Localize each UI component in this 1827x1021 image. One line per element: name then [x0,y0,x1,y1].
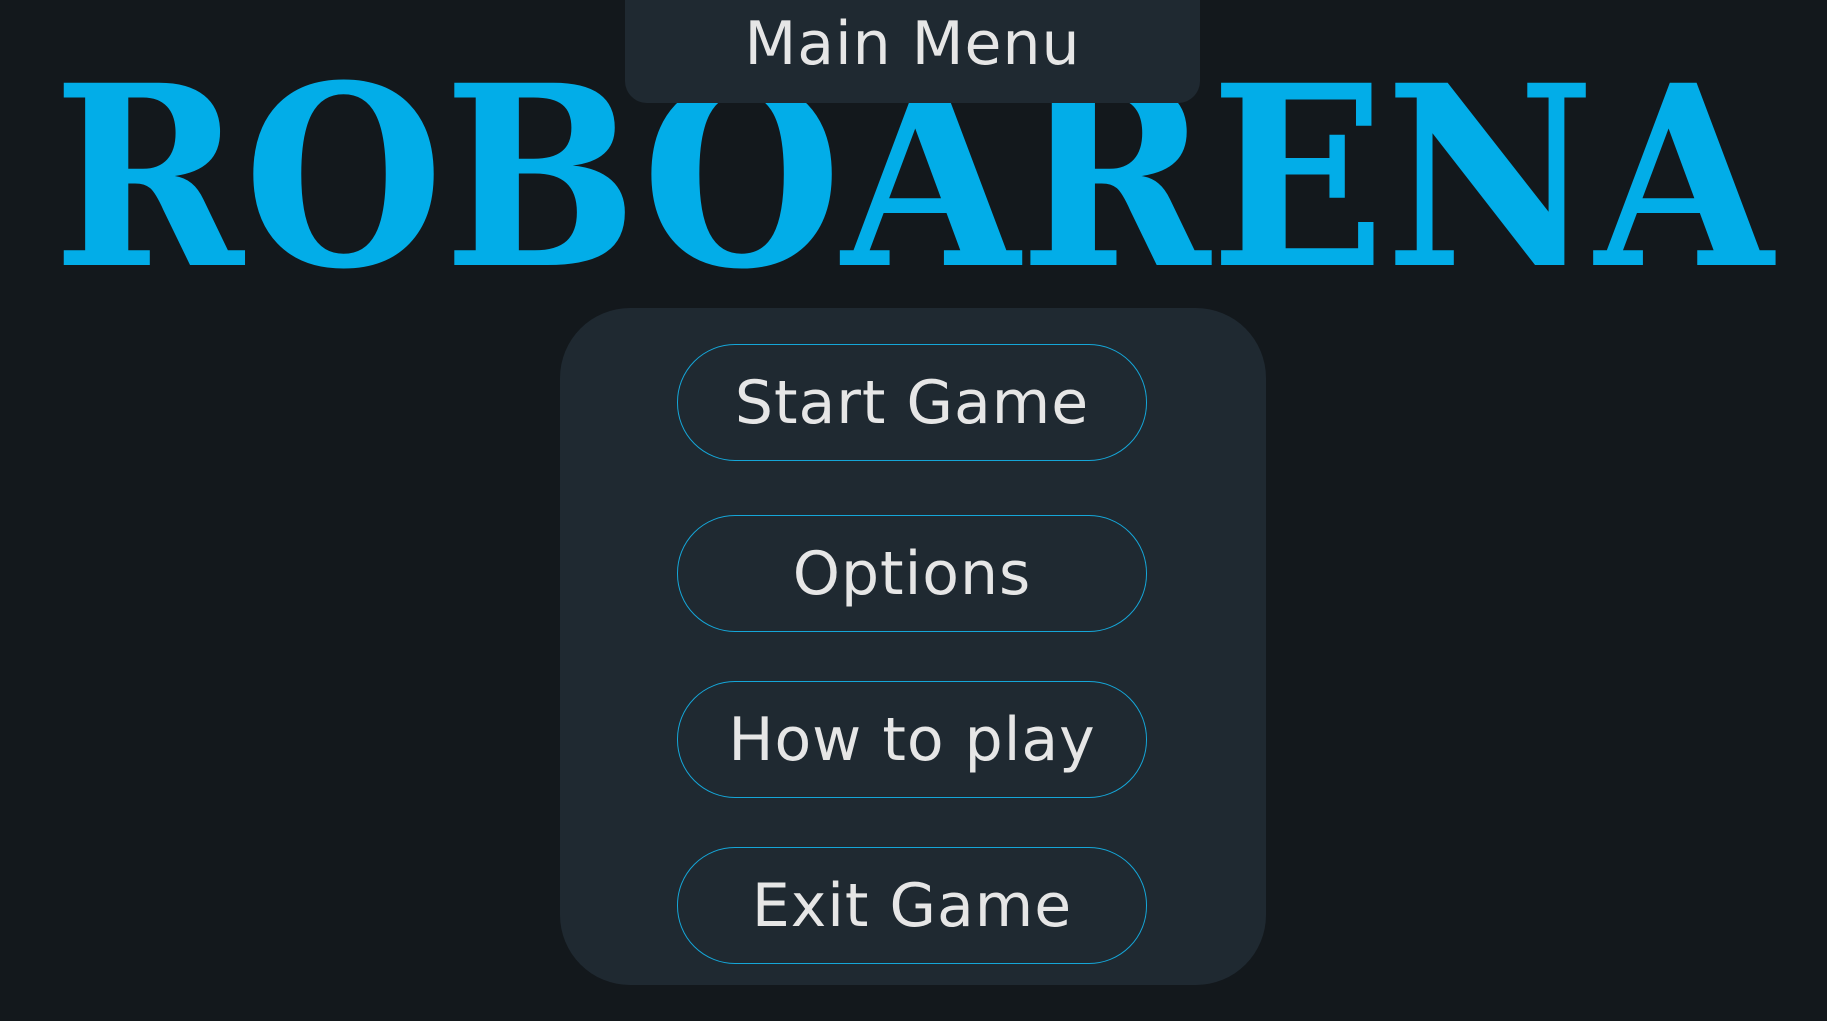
how-to-play-button[interactable]: How to play [677,681,1147,798]
main-menu-screen: ROBOARENA Main Menu Start Game Options H… [0,0,1827,1021]
start-game-label: Start Game [734,367,1090,438]
exit-game-label: Exit Game [751,870,1073,941]
start-game-button[interactable]: Start Game [677,344,1147,461]
menu-panel: Start Game Options How to play Exit Game [560,308,1266,985]
header-title: Main Menu [744,8,1081,79]
how-to-play-label: How to play [728,704,1096,775]
header-tab: Main Menu [625,0,1200,103]
exit-game-button[interactable]: Exit Game [677,847,1147,964]
options-button[interactable]: Options [677,515,1147,632]
options-label: Options [792,538,1032,609]
